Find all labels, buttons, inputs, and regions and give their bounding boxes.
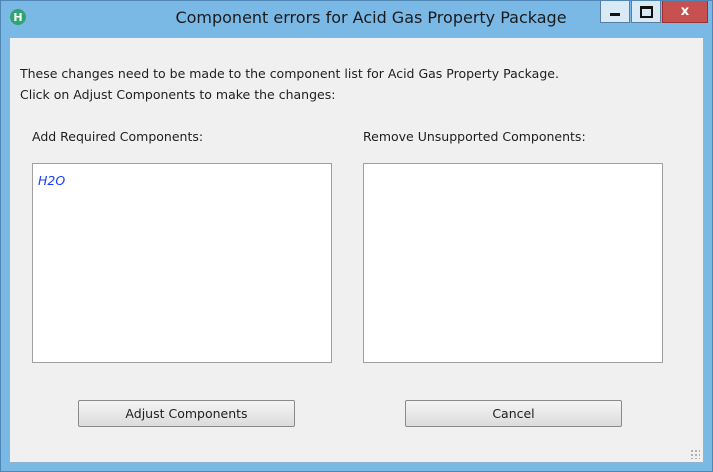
maximize-button[interactable]	[631, 1, 661, 23]
remove-unsupported-list[interactable]	[363, 163, 663, 363]
dialog-body: These changes need to be made to the com…	[9, 37, 704, 463]
maximize-icon	[639, 5, 653, 18]
remove-unsupported-label: Remove Unsupported Components:	[363, 129, 586, 144]
cancel-button[interactable]: Cancel	[405, 400, 622, 427]
add-required-label: Add Required Components:	[32, 129, 204, 144]
window-title: Component errors for Acid Gas Property P…	[175, 8, 567, 27]
add-required-list[interactable]: H2O	[32, 163, 332, 363]
window-controls: x	[599, 1, 708, 24]
resize-grip[interactable]	[690, 449, 700, 459]
close-button[interactable]: x	[662, 1, 708, 23]
minimize-icon	[610, 13, 620, 16]
close-icon: x	[680, 4, 690, 19]
dialog-window: H Component errors for Acid Gas Property…	[0, 0, 713, 472]
instruction-line-1: These changes need to be made to the com…	[20, 66, 559, 81]
adjust-components-button[interactable]: Adjust Components	[78, 400, 295, 427]
instruction-line-2: Click on Adjust Components to make the c…	[20, 87, 336, 102]
minimize-button[interactable]	[600, 1, 630, 23]
app-logo-icon: H	[10, 9, 26, 25]
title-bar[interactable]: H Component errors for Acid Gas Property…	[1, 1, 712, 37]
list-item[interactable]: H2O	[33, 164, 331, 188]
